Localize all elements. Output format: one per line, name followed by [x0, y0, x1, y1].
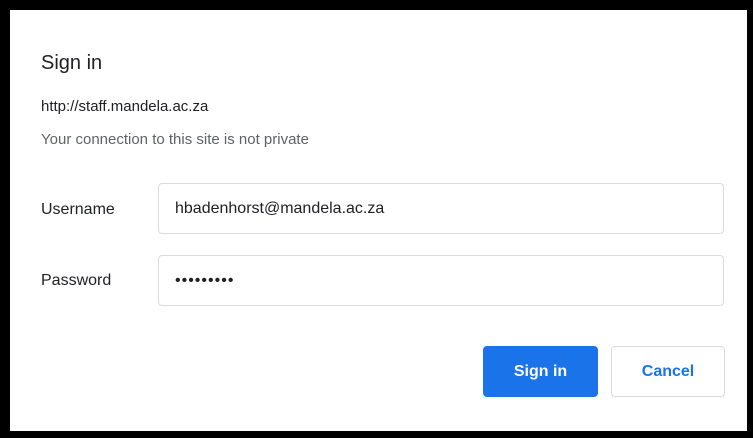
cancel-button[interactable]: Cancel [611, 346, 725, 397]
password-label: Password [41, 272, 112, 289]
site-origin: http://staff.mandela.ac.za [41, 98, 209, 115]
password-value: ••••••••• [175, 271, 235, 289]
username-field[interactable]: hbadenhorst@mandela.ac.za [158, 183, 724, 234]
dialog-title: Sign in [41, 52, 103, 74]
password-field[interactable]: ••••••••• [158, 255, 724, 306]
connection-warning: Your connection to this site is not priv… [41, 131, 309, 148]
username-value: hbadenhorst@mandela.ac.za [175, 199, 385, 217]
sign-in-dialog: Sign in http://staff.mandela.ac.za Your … [10, 10, 747, 431]
sign-in-button[interactable]: Sign in [483, 346, 598, 397]
username-label: Username [41, 201, 115, 218]
